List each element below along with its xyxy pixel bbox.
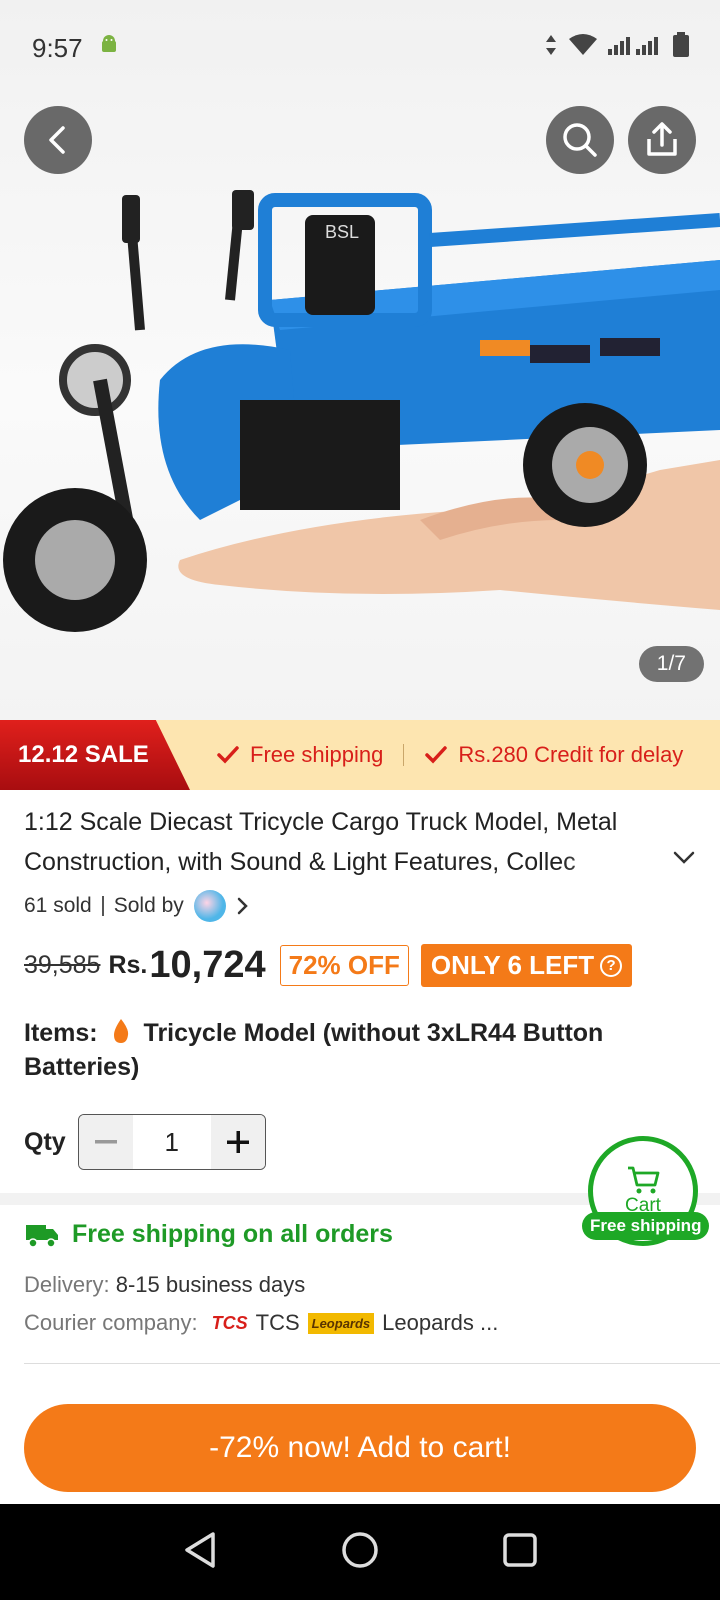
courier-label: Courier company: xyxy=(24,1310,198,1335)
sold-separator xyxy=(101,896,104,916)
perk-free-shipping-label: Free shipping xyxy=(250,742,384,767)
system-nav-bar xyxy=(0,1504,720,1600)
chevron-left-icon xyxy=(49,126,65,154)
plus-icon xyxy=(226,1131,249,1153)
perk-free-shipping: Free shipping xyxy=(216,742,383,768)
shipping-title[interactable]: Free shipping on all orders xyxy=(24,1220,393,1249)
stock-badge[interactable]: ONLY 6 LEFT ? xyxy=(420,944,633,987)
chevron-right-icon[interactable] xyxy=(236,896,250,916)
cart-icon xyxy=(628,1166,660,1194)
checkmark-icon xyxy=(217,746,239,764)
cart-free-shipping-tag: Free shipping xyxy=(582,1212,710,1240)
checkmark-icon xyxy=(425,746,448,764)
nav-home-button[interactable] xyxy=(340,1530,380,1575)
item-variant[interactable]: Items: Tricycle Model (without 3xLR44 Bu… xyxy=(24,1016,684,1084)
status-time: 9:57 xyxy=(32,32,83,63)
current-price: 10,724 xyxy=(149,944,266,986)
data-arrows-icon xyxy=(544,33,558,64)
price-row: 39,585 Rs. 10,724 72% OFF ONLY 6 LEFT ? xyxy=(24,944,633,987)
currency-label: Rs. xyxy=(108,951,148,979)
circle-home-icon xyxy=(342,1531,378,1568)
quantity-value[interactable]: 1 xyxy=(133,1115,211,1169)
share-icon xyxy=(647,122,677,156)
chevron-down-icon xyxy=(673,851,695,864)
product-photo: BSL xyxy=(3,190,720,632)
leopards-logo: Leopards xyxy=(307,1312,375,1334)
original-price: 39,585 xyxy=(24,951,101,979)
divider xyxy=(24,1363,720,1364)
perk-credit-delay-label: Rs.280 Credit for delay xyxy=(458,742,684,767)
seat-badge-text: BSL xyxy=(325,222,359,242)
discount-badge: 72% OFF xyxy=(279,945,409,986)
search-button[interactable] xyxy=(546,106,614,174)
expand-title-button[interactable] xyxy=(672,850,696,871)
perk-credit-delay: Rs.280 Credit for delay xyxy=(424,742,683,768)
status-bar: 9:57 xyxy=(32,30,690,66)
quantity-stepper[interactable]: 1 xyxy=(77,1114,266,1170)
wifi-icon xyxy=(568,33,598,64)
image-counter: 1/7 xyxy=(638,646,704,682)
sold-count: 61 sold xyxy=(24,894,92,917)
courier-tcs: TCS xyxy=(255,1310,300,1335)
signal-icon xyxy=(608,33,662,64)
truck-icon xyxy=(26,1224,58,1248)
search-icon xyxy=(563,123,597,157)
add-to-cart-button[interactable]: -72% now! Add to cart! xyxy=(24,1404,696,1492)
title-fade xyxy=(560,842,660,882)
items-label: Items: xyxy=(24,1019,98,1047)
delivery-value: 8-15 business days xyxy=(115,1272,306,1297)
decrease-button[interactable] xyxy=(78,1115,133,1169)
delivery-label: Delivery: xyxy=(24,1272,110,1297)
sold-by-label: Sold by xyxy=(113,894,184,917)
tcs-logo: TCS xyxy=(211,1312,248,1333)
qty-label: Qty xyxy=(24,1127,66,1156)
increase-button[interactable] xyxy=(210,1115,265,1169)
question-icon[interactable]: ? xyxy=(600,954,623,977)
delivery-info: Delivery: 8-15 business days xyxy=(24,1272,305,1298)
triangle-back-icon xyxy=(184,1531,215,1568)
nav-back-button[interactable] xyxy=(181,1530,219,1575)
store-logo[interactable] xyxy=(193,890,226,922)
flame-icon xyxy=(113,1019,128,1043)
stock-badge-label: ONLY 6 LEFT xyxy=(430,950,595,980)
quantity-row: Qty 1 xyxy=(24,1114,266,1170)
sold-row: 61 sold Sold by xyxy=(24,890,250,922)
shipping-title-label: Free shipping on all orders xyxy=(72,1220,393,1248)
android-icon xyxy=(97,33,121,64)
sale-banner[interactable]: 12.12 SALE Free shipping Rs.280 Credit f… xyxy=(0,720,720,790)
back-button[interactable] xyxy=(24,106,92,174)
minus-icon xyxy=(94,1140,117,1144)
courier-info: Courier company: TCS TCS Leopards Leopar… xyxy=(24,1310,498,1336)
nav-recents-button[interactable] xyxy=(501,1531,539,1574)
product-image-carousel[interactable]: 9:57 BSL 1/7 xyxy=(0,0,720,720)
courier-leopards: Leopards ... xyxy=(382,1310,499,1335)
square-recents-icon xyxy=(503,1532,538,1567)
perk-divider xyxy=(403,744,405,766)
sale-tag: 12.12 SALE xyxy=(0,720,190,790)
share-button[interactable] xyxy=(628,106,696,174)
battery-icon xyxy=(672,31,690,65)
